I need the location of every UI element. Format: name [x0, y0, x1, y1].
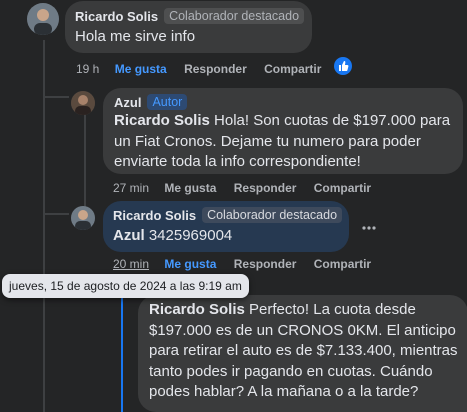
share-button[interactable]: Compartir	[314, 181, 371, 195]
comment-actions: 19 h Me gusta Responder Compartir	[76, 62, 335, 76]
thread-connector	[43, 213, 69, 215]
mention-link[interactable]: Ricardo Solis	[149, 301, 245, 318]
top-contributor-badge: Colaborador destacado	[164, 8, 305, 24]
mention-link[interactable]: Azul	[113, 227, 145, 244]
comment-author[interactable]: Ricardo Solis	[113, 208, 196, 223]
like-button[interactable]: Me gusta	[115, 62, 167, 76]
author-badge: Autor	[147, 94, 188, 110]
avatar[interactable]	[71, 91, 95, 115]
thread-connector	[43, 96, 69, 98]
comment-author[interactable]: Ricardo Solis	[75, 9, 158, 24]
comment-author[interactable]: Azul	[114, 95, 141, 110]
comment-bubble: Ricardo Solis Colaborador destacado Hola…	[65, 1, 312, 53]
comment-bubble: Ricardo Solis Colaborador destacado Azul…	[103, 201, 349, 252]
comment-time[interactable]: 19 h	[76, 62, 99, 76]
like-button[interactable]: Me gusta	[164, 257, 216, 271]
comment-text: Hola me sirve info	[75, 28, 196, 45]
reply-button[interactable]: Responder	[234, 257, 297, 271]
reply-button[interactable]: Responder	[184, 62, 247, 76]
comment-bubble: Azul Autor Ricardo Solis Hola! Son cuota…	[103, 88, 463, 174]
avatar[interactable]	[27, 3, 59, 35]
more-options-icon[interactable]	[361, 218, 377, 230]
like-button[interactable]: Me gusta	[164, 181, 216, 195]
share-button[interactable]: Compartir	[314, 257, 371, 271]
share-button[interactable]: Compartir	[264, 62, 321, 76]
comment-bubble: Ricardo Solis Perfecto! La cuota desde $…	[138, 295, 467, 412]
comment-actions: 20 min Me gusta Responder Compartir	[113, 257, 385, 271]
comment-text: Ricardo Solis Perfecto! La cuota desde $…	[149, 301, 458, 400]
comment-time[interactable]: 27 min	[113, 181, 149, 195]
active-thread-line	[121, 288, 123, 412]
reply-button[interactable]: Responder	[234, 181, 297, 195]
thread-line-inner	[84, 115, 86, 214]
comment-actions: 27 min Me gusta Responder Compartir	[113, 181, 385, 195]
timestamp-tooltip: jueves, 15 de agosto de 2024 a las 9:19 …	[2, 274, 249, 298]
comment-time[interactable]: 20 min	[113, 257, 149, 271]
avatar[interactable]	[71, 206, 95, 230]
comment-text: Azul 3425969004	[113, 227, 233, 244]
top-contributor-badge: Colaborador destacado	[202, 207, 343, 223]
thumbs-up-reaction-icon[interactable]	[334, 57, 352, 75]
mention-link[interactable]: Ricardo Solis	[114, 112, 210, 129]
comment-text: Ricardo Solis Hola! Son cuotas de $197.0…	[114, 112, 451, 170]
